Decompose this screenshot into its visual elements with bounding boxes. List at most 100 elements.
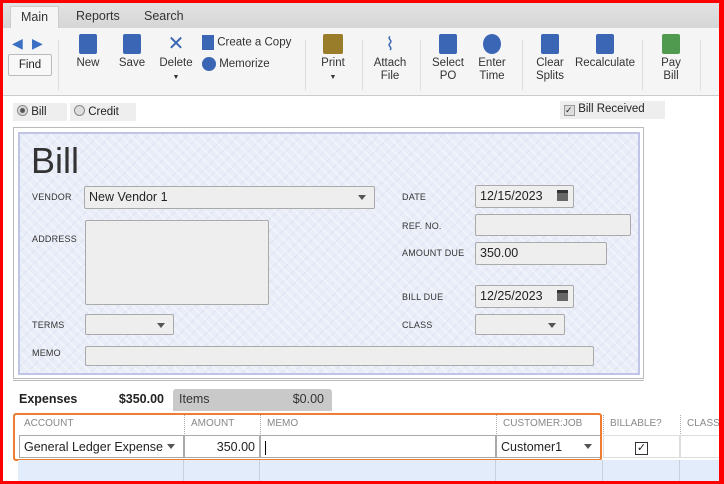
ribbon-tabs: Main Reports Search	[0, 0, 724, 28]
highlight-box	[13, 413, 602, 461]
bill-due-label: BILL DUE	[402, 292, 444, 302]
recalculate-button[interactable]: Recalculate	[574, 34, 636, 70]
calculator-icon	[596, 34, 614, 54]
tab-items[interactable]: Items $0.00	[173, 389, 332, 411]
next-arrow-icon[interactable]: ▶	[32, 35, 43, 52]
bill-radio[interactable]: Bill	[13, 103, 67, 121]
bill-due-value: 12/25/2023	[480, 289, 543, 303]
delete-label: Delete	[159, 57, 193, 69]
empty-row-cell[interactable]	[496, 460, 603, 484]
pay-bill-button[interactable]: Pay Bill	[654, 34, 688, 83]
select-po-button[interactable]: Select PO	[430, 34, 466, 83]
new-button[interactable]: New	[74, 34, 102, 70]
pay-label: Pay	[661, 57, 681, 69]
col-billable[interactable]: BILLABLE?	[603, 415, 680, 434]
money-icon	[662, 34, 680, 54]
expenses-label: Expenses	[19, 392, 78, 406]
save-icon	[123, 34, 141, 54]
stopwatch-icon	[483, 34, 501, 54]
print-button[interactable]: Print ▼	[318, 34, 348, 84]
new-label: New	[76, 57, 100, 69]
printer-icon	[323, 34, 343, 54]
empty-row-cell[interactable]	[260, 460, 496, 484]
date-value: 12/15/2023	[480, 189, 543, 203]
bill-received-label: Bill Received	[578, 103, 645, 115]
vendor-value: New Vendor 1	[89, 190, 168, 204]
tab-search[interactable]: Search	[134, 6, 194, 28]
empty-row-cell[interactable]	[680, 460, 724, 484]
billable-cell[interactable]: ✓	[603, 435, 680, 458]
memorize-button[interactable]: Memorize	[202, 57, 270, 71]
terms-label: TERMS	[32, 320, 65, 330]
date-field[interactable]: 12/15/2023	[475, 185, 574, 208]
amount-due-value: 350.00	[480, 246, 519, 260]
create-copy-button[interactable]: Create a Copy	[202, 35, 291, 50]
clear-splits-icon	[541, 34, 559, 54]
save-label: Save	[118, 57, 146, 69]
items-total: $0.00	[292, 392, 324, 406]
col-class[interactable]: CLASS	[680, 415, 724, 434]
expenses-total: $350.00	[118, 392, 164, 406]
clear-label-2: Splits	[535, 70, 565, 82]
tab-main[interactable]: Main	[10, 6, 60, 28]
pay-label-2: Bill	[663, 70, 679, 82]
bill-received-checkbox[interactable]: ✓ Bill Received	[560, 101, 665, 119]
attach-label: Attach	[373, 57, 407, 69]
amount-due-field[interactable]: 350.00	[475, 242, 607, 265]
new-document-icon	[79, 34, 97, 54]
paperclip-icon: ⌇	[385, 34, 395, 54]
form-title: Bill	[31, 140, 80, 181]
tab-reports[interactable]: Reports	[66, 6, 130, 28]
memorize-icon	[202, 57, 216, 71]
clear-splits-button[interactable]: Clear Splits	[532, 34, 568, 83]
empty-row-cell[interactable]	[18, 460, 184, 484]
bill-radio-label: Bill	[31, 106, 47, 118]
radio-selected-icon	[17, 105, 28, 116]
memo-field[interactable]	[85, 346, 594, 366]
recalculate-label: Recalculate	[574, 57, 636, 69]
find-button[interactable]: Find	[8, 54, 52, 76]
memorize-label: Memorize	[219, 58, 270, 71]
tab-expenses[interactable]: Expenses $350.00	[13, 389, 170, 411]
address-label: ADDRESS	[32, 234, 77, 244]
enter-time-button[interactable]: Enter Time	[474, 34, 510, 83]
empty-row-cell[interactable]	[184, 460, 260, 484]
prev-arrow-icon[interactable]: ◀	[12, 35, 23, 52]
attach-label-2: File	[380, 70, 400, 82]
address-field[interactable]	[85, 220, 269, 305]
divider	[13, 380, 644, 381]
terms-select[interactable]	[85, 314, 174, 335]
po-icon	[439, 34, 457, 54]
memo-label: MEMO	[32, 348, 61, 358]
save-button[interactable]: Save	[118, 34, 146, 70]
credit-radio-label: Credit	[88, 106, 119, 118]
calendar-icon[interactable]	[557, 190, 568, 201]
attach-file-button[interactable]: ⌇ Attach File	[370, 34, 410, 83]
ref-no-field[interactable]	[475, 214, 631, 236]
date-label: DATE	[402, 192, 427, 202]
enter-time-label-2: Time	[479, 70, 505, 82]
delete-button[interactable]: ✕ Delete ▼	[158, 34, 194, 84]
vendor-select[interactable]: New Vendor 1	[84, 186, 375, 209]
enter-time-label: Enter	[478, 57, 506, 69]
calendar-icon[interactable]	[557, 290, 568, 301]
class-select[interactable]	[475, 314, 565, 335]
credit-radio[interactable]: Credit	[70, 103, 136, 121]
vendor-label: VENDOR	[32, 192, 72, 202]
radio-empty-icon	[74, 105, 85, 116]
amount-due-label: AMOUNT DUE	[402, 248, 465, 258]
empty-row-cell[interactable]	[603, 460, 680, 484]
class-cell[interactable]	[680, 435, 724, 458]
bill-due-field[interactable]: 12/25/2023	[475, 285, 574, 308]
copy-icon	[202, 35, 214, 50]
select-po-label-2: PO	[439, 70, 457, 82]
select-po-label: Select	[432, 57, 464, 69]
print-label: Print	[321, 57, 345, 69]
ref-no-label: REF. NO.	[402, 221, 442, 231]
delete-x-icon: ✕	[167, 33, 185, 55]
clear-label: Clear	[536, 57, 564, 69]
billable-checkbox[interactable]: ✓	[635, 442, 648, 455]
class-label: CLASS	[402, 320, 433, 330]
checkbox-checked-icon: ✓	[564, 105, 575, 116]
items-label: Items	[179, 392, 210, 406]
